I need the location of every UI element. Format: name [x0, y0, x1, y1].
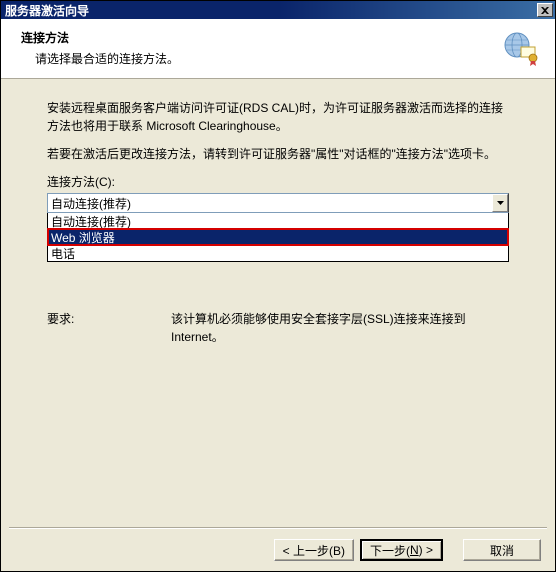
combo-dropdown-button[interactable] — [492, 194, 508, 212]
chevron-down-icon — [497, 201, 504, 205]
connection-method-combo[interactable]: 自动连接(推荐) — [47, 193, 509, 213]
requirements-text: 该计算机必须能够使用安全套接字层(SSL)连接来连接到 Internet。 — [171, 310, 509, 346]
requirements-row: 要求: 该计算机必须能够使用安全套接字层(SSL)连接来连接到 Internet… — [47, 310, 509, 346]
header-title: 连接方法 — [21, 29, 503, 46]
combo-option-phone[interactable]: 电话 — [48, 245, 508, 261]
header-text-block: 连接方法 请选择最合适的连接方法。 — [21, 29, 503, 67]
close-button[interactable] — [537, 3, 553, 17]
requirements-label: 要求: — [47, 310, 171, 346]
combo-label: 连接方法(C): — [47, 173, 509, 190]
close-icon — [541, 7, 549, 14]
info-paragraph-1: 安装远程桌面服务客户端访问许可证(RDS CAL)时，为许可证服务器激活而选择的… — [47, 99, 509, 135]
button-bar: < 上一步(B) 下一步(N) > 取消 — [274, 539, 541, 561]
titlebar: 服务器激活向导 — [1, 1, 555, 19]
next-button[interactable]: 下一步(N) > — [360, 539, 443, 561]
back-button[interactable]: < 上一步(B) — [274, 539, 354, 561]
certificate-icon — [503, 31, 539, 67]
button-separator — [9, 527, 547, 529]
combo-option-web[interactable]: Web 浏览器 — [48, 229, 508, 245]
cancel-button[interactable]: 取消 — [463, 539, 541, 561]
combo-option-auto[interactable]: 自动连接(推荐) — [48, 213, 508, 229]
content-area: 安装远程桌面服务客户端访问许可证(RDS CAL)时，为许可证服务器激活而选择的… — [1, 79, 555, 346]
header-subtitle: 请选择最合适的连接方法。 — [35, 50, 503, 67]
window-title: 服务器激活向导 — [5, 2, 89, 19]
wizard-header: 连接方法 请选择最合适的连接方法。 — [1, 19, 555, 79]
combo-selected-text: 自动连接(推荐) — [51, 195, 131, 212]
info-paragraph-2: 若要在激活后更改连接方法，请转到许可证服务器"属性"对话框的"连接方法"选项卡。 — [47, 145, 509, 163]
combo-dropdown-list: 自动连接(推荐) Web 浏览器 电话 — [47, 213, 509, 262]
